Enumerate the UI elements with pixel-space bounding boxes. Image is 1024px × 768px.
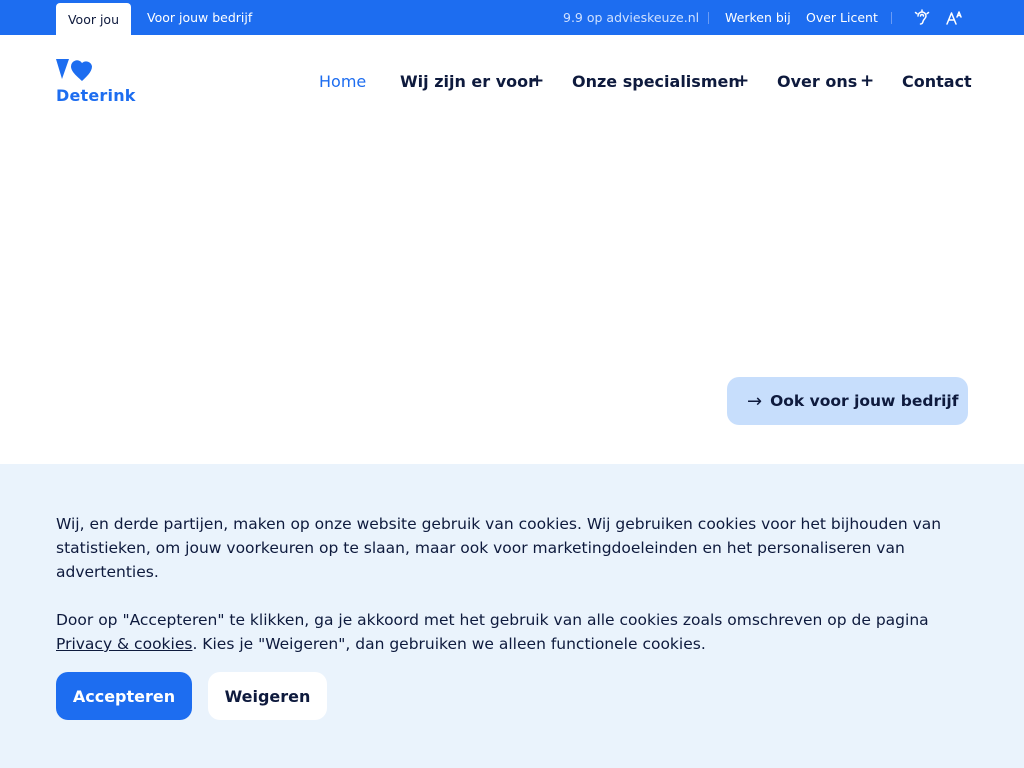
text-size-icon[interactable] <box>945 9 963 27</box>
plus-icon[interactable]: + <box>735 68 749 94</box>
cookie-consent-text: Door op "Accepteren" te klikken, ga je a… <box>56 608 966 656</box>
arrow-right-icon: → <box>747 390 763 412</box>
cookie-banner: Wij, en derde partijen, maken op onze we… <box>0 464 1024 768</box>
nav-over-ons[interactable]: Over ons <box>777 68 857 94</box>
plus-icon[interactable]: + <box>530 68 544 94</box>
logo-text: Deterink <box>56 86 136 105</box>
cookie-text: Wij, en derde partijen, maken op onze we… <box>56 515 942 581</box>
top-bar: Voor jou Voor jouw bedrijf 9.9 op advies… <box>0 0 1024 35</box>
plus-icon[interactable]: + <box>860 68 874 94</box>
nav-contact[interactable]: Contact <box>902 68 972 94</box>
logo-mark-icon <box>56 59 92 81</box>
logo[interactable]: Deterink <box>56 59 136 105</box>
nav-onze-specialismen[interactable]: Onze specialismen <box>572 68 740 94</box>
tab-voor-jou[interactable]: Voor jou <box>56 3 131 35</box>
divider <box>708 12 709 24</box>
hearing-icon[interactable] <box>913 9 931 27</box>
decline-button[interactable]: Weigeren <box>208 672 327 720</box>
nav-home[interactable]: Home <box>319 68 366 94</box>
consent-text-end: . Kies je "Weigeren", dan gebruiken we a… <box>192 635 706 653</box>
tab-voor-jouw-bedrijf[interactable]: Voor jouw bedrijf <box>147 0 252 35</box>
consent-text-start: Door op "Accepteren" te klikken, ga je a… <box>56 611 929 629</box>
nav-wij-zijn-er-voor[interactable]: Wij zijn er voor <box>400 68 536 94</box>
ook-voor-jouw-bedrijf-button[interactable]: → Ook voor jouw bedrijf <box>727 377 968 425</box>
over-licent-link[interactable]: Over Licent <box>806 0 878 35</box>
divider <box>891 12 892 24</box>
werken-bij-link[interactable]: Werken bij <box>725 0 791 35</box>
accept-button[interactable]: Accepteren <box>56 672 192 720</box>
cta-label: Ook voor jouw bedrijf <box>770 392 959 410</box>
privacy-cookies-link[interactable]: Privacy & cookies <box>56 635 192 653</box>
rating-link[interactable]: 9.9 op advieskeuze.nl <box>563 0 699 35</box>
